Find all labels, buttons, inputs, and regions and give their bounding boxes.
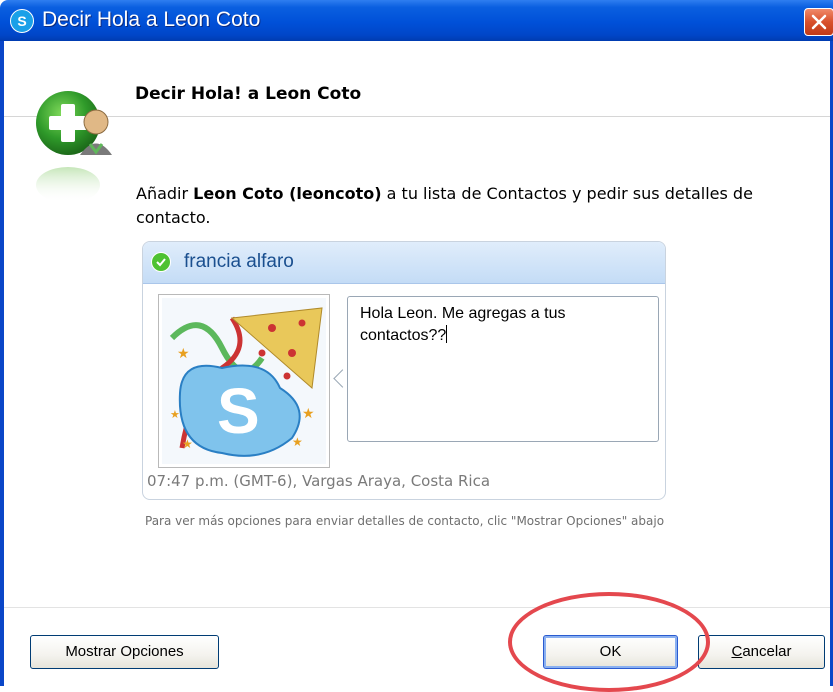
message-input[interactable]: Hola Leon. Me agregas a tus contactos?? <box>347 296 659 442</box>
close-button[interactable] <box>804 8 833 36</box>
close-icon <box>811 14 827 30</box>
hint-text: Para ver más opciones para enviar detall… <box>145 514 665 528</box>
svg-text:S: S <box>217 375 260 447</box>
card-footer-info: 07:47 p.m. (GMT-6), Vargas Araya, Costa … <box>147 472 491 490</box>
skype-app-icon: S <box>10 9 34 33</box>
dialog-heading: Decir Hola! a Leon Coto <box>135 84 362 104</box>
cancel-mnemonic: C <box>731 643 743 660</box>
avatar: S ★ ★ ★ ★ ★ <box>158 294 330 468</box>
window-border-left <box>0 41 4 686</box>
svg-text:★: ★ <box>182 437 193 451</box>
party-avatar-icon: S ★ ★ ★ ★ ★ <box>162 298 326 464</box>
title-bar[interactable]: S Decir Hola a Leon Coto <box>0 0 833 41</box>
svg-text:★: ★ <box>292 435 303 449</box>
intro-text: Añadir Leon Coto (leoncoto) a tu lista d… <box>136 184 753 227</box>
svg-text:★: ★ <box>170 408 180 421</box>
text-cursor <box>446 325 448 343</box>
cancel-button[interactable]: Cancelar <box>698 635 825 669</box>
contact-request-card: francia alfaro S ★ ★ ★ ★ ★ Hola Leon. Me… <box>142 241 666 500</box>
footer-divider <box>4 607 830 608</box>
annotation-ellipse <box>508 592 710 692</box>
add-contact-icon <box>36 91 112 203</box>
svg-text:★: ★ <box>177 346 190 362</box>
show-options-button[interactable]: Mostrar Opciones <box>30 635 219 669</box>
cancel-label: ancelar <box>742 643 792 660</box>
online-status-icon <box>151 252 171 272</box>
contact-name: Leon Coto (leoncoto) <box>193 184 382 203</box>
svg-text:★: ★ <box>302 406 315 422</box>
card-header: francia alfaro <box>143 242 665 284</box>
sender-name: francia alfaro <box>184 251 294 272</box>
window-title: Decir Hola a Leon Coto <box>42 8 261 31</box>
